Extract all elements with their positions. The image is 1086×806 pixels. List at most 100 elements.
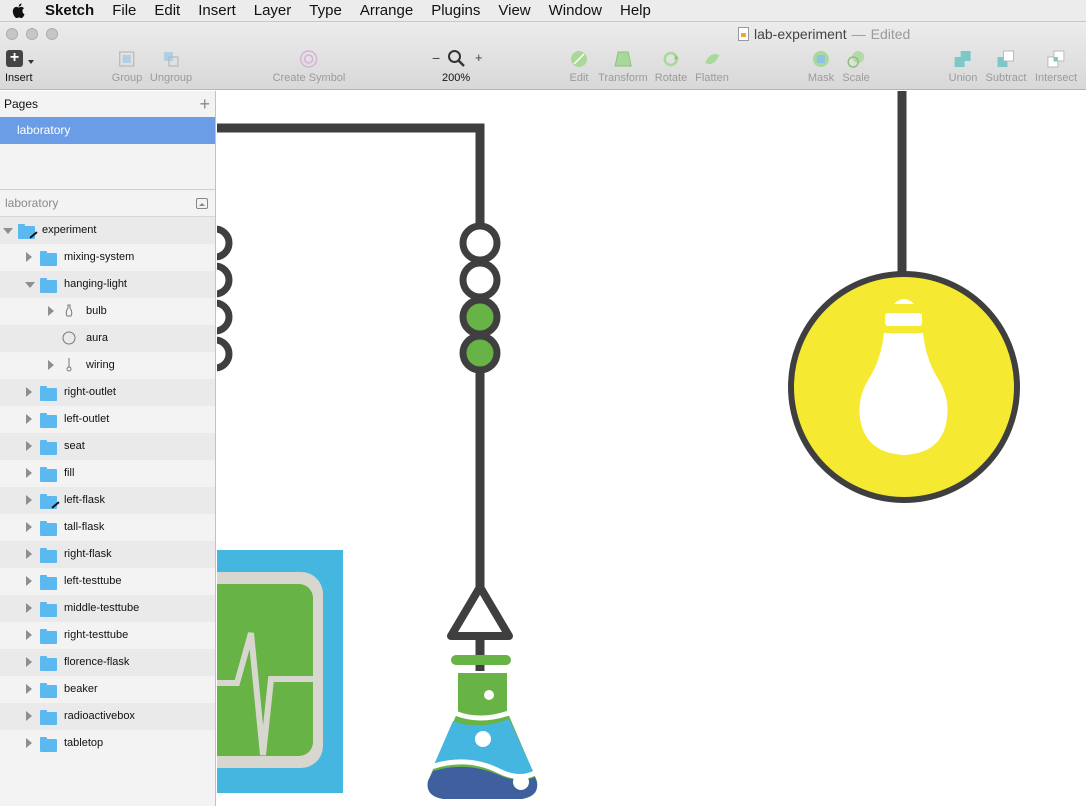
chevron-right-icon[interactable]	[26, 252, 32, 262]
transform-button[interactable]: Transform	[598, 49, 648, 84]
magnifier-icon[interactable]	[447, 49, 466, 68]
folder-icon	[40, 467, 57, 482]
layer-row-mixing-system[interactable]: mixing-system	[0, 244, 215, 271]
layer-row-florence-flask[interactable]: florence-flask	[0, 649, 215, 676]
rotate-label: Rotate	[654, 72, 688, 84]
menu-window[interactable]: Window	[540, 0, 611, 22]
scale-button[interactable]: Scale	[842, 49, 870, 84]
layer-row-experiment[interactable]: experiment	[0, 217, 215, 244]
chevron-right-icon[interactable]	[26, 657, 32, 667]
folder-icon	[40, 521, 57, 536]
layer-row-fill[interactable]: fill	[0, 460, 215, 487]
layer-label: left-flask	[64, 494, 105, 506]
chevron-right-icon[interactable]	[26, 468, 32, 478]
pages-header: Pages +	[0, 91, 215, 117]
chevron-right-icon[interactable]	[26, 711, 32, 721]
layer-row-bulb[interactable]: bulb	[0, 298, 215, 325]
layer-row-aura[interactable]: aura	[0, 325, 215, 352]
chevron-right-icon[interactable]	[48, 360, 54, 370]
page-item-laboratory[interactable]: laboratory	[0, 117, 215, 144]
chevron-right-icon[interactable]	[26, 603, 32, 613]
union-button[interactable]: Union	[949, 49, 977, 84]
layer-row-tabletop[interactable]: tabletop	[0, 730, 215, 757]
menu-layer[interactable]: Layer	[245, 0, 301, 22]
chevron-right-icon[interactable]	[26, 684, 32, 694]
document-separator: —	[851, 26, 866, 42]
bulb-shape-icon	[65, 304, 73, 317]
layer-label: experiment	[42, 224, 97, 236]
group-button[interactable]: Group	[112, 49, 142, 84]
menu-plugins[interactable]: Plugins	[422, 0, 489, 22]
ungroup-button[interactable]: Ungroup	[150, 49, 192, 84]
apple-menu-icon[interactable]	[0, 0, 36, 22]
edit-button[interactable]: Edit	[569, 49, 589, 84]
menu-help[interactable]: Help	[611, 0, 660, 22]
folder-icon	[40, 629, 57, 644]
flatten-icon	[704, 54, 719, 64]
edit-icon	[571, 51, 587, 67]
menu-type[interactable]: Type	[300, 0, 351, 22]
chevron-right-icon[interactable]	[26, 522, 32, 532]
chevron-down-icon[interactable]	[25, 282, 35, 288]
layer-row-radioactivebox[interactable]: radioactivebox	[0, 703, 215, 730]
layer-label: hanging-light	[64, 278, 127, 290]
chevron-right-icon[interactable]	[26, 441, 32, 451]
chevron-right-icon[interactable]	[48, 306, 54, 316]
layer-row-left-outlet[interactable]: left-outlet	[0, 406, 215, 433]
insert-dropdown-icon[interactable]	[28, 60, 34, 64]
chevron-right-icon[interactable]	[26, 495, 32, 505]
zoom-in-button[interactable]: +	[475, 50, 483, 65]
layer-row-left-testtube[interactable]: left-testtube	[0, 568, 215, 595]
layer-list: experiment mixing-system hanging-light bulb…	[0, 217, 215, 757]
layers-sidebar: Pages + laboratory laboratory experiment…	[0, 91, 216, 806]
zoom-out-button[interactable]: −	[432, 50, 440, 66]
layer-row-wiring[interactable]: wiring	[0, 352, 215, 379]
layer-label: aura	[86, 332, 109, 344]
tall-flask-shape	[427, 655, 538, 799]
chevron-right-icon[interactable]	[26, 387, 32, 397]
window-title: lab-experiment — Edited	[738, 26, 910, 42]
folder-icon	[40, 440, 57, 455]
flatten-button[interactable]: Flatten	[695, 49, 729, 84]
zoom-window-button[interactable]	[46, 28, 58, 40]
collapse-layers-icon[interactable]	[196, 197, 208, 209]
menu-edit[interactable]: Edit	[145, 0, 189, 22]
menu-insert[interactable]: Insert	[189, 0, 245, 22]
layer-row-right-outlet[interactable]: right-outlet	[0, 379, 215, 406]
insert-button[interactable]: +	[6, 50, 23, 67]
mask-button[interactable]: Mask	[808, 49, 834, 84]
menu-bar: Sketch File Edit Insert Layer Type Arran…	[0, 0, 1086, 22]
layer-row-tall-flask[interactable]: tall-flask	[0, 514, 215, 541]
menu-view[interactable]: View	[489, 0, 539, 22]
layer-row-seat[interactable]: seat	[0, 433, 215, 460]
menu-app-sketch[interactable]: Sketch	[36, 0, 103, 22]
menu-arrange[interactable]: Arrange	[351, 0, 422, 22]
document-name: lab-experiment	[754, 26, 847, 42]
chevron-right-icon[interactable]	[26, 630, 32, 640]
add-page-button[interactable]: +	[199, 95, 210, 113]
chevron-right-icon[interactable]	[26, 414, 32, 424]
chevron-right-icon[interactable]	[26, 576, 32, 586]
folder-icon	[40, 602, 57, 617]
chevron-down-icon[interactable]	[3, 228, 13, 234]
radioactive-box	[217, 550, 343, 793]
canvas[interactable]	[217, 91, 1086, 806]
menu-file[interactable]: File	[103, 0, 145, 22]
layer-row-right-flask[interactable]: right-flask	[0, 541, 215, 568]
rotate-button[interactable]: Rotate	[655, 49, 687, 84]
layer-row-hanging-light[interactable]: hanging-light	[0, 271, 215, 298]
subtract-button[interactable]: Subtract	[986, 49, 1026, 84]
intersect-button[interactable]: Intersect	[1035, 49, 1077, 84]
mask-icon	[813, 51, 829, 67]
layer-row-left-flask[interactable]: left-flask	[0, 487, 215, 514]
close-window-button[interactable]	[6, 28, 18, 40]
layer-row-right-testtube[interactable]: right-testtube	[0, 622, 215, 649]
chevron-right-icon[interactable]	[26, 738, 32, 748]
oval-shape-icon	[62, 331, 76, 345]
minimize-window-button[interactable]	[26, 28, 38, 40]
create-symbol-button[interactable]: Create Symbol	[273, 49, 345, 84]
layer-row-beaker[interactable]: beaker	[0, 676, 215, 703]
chevron-right-icon[interactable]	[26, 549, 32, 559]
layers-header: laboratory	[0, 190, 215, 217]
layer-row-middle-testtube[interactable]: middle-testtube	[0, 595, 215, 622]
